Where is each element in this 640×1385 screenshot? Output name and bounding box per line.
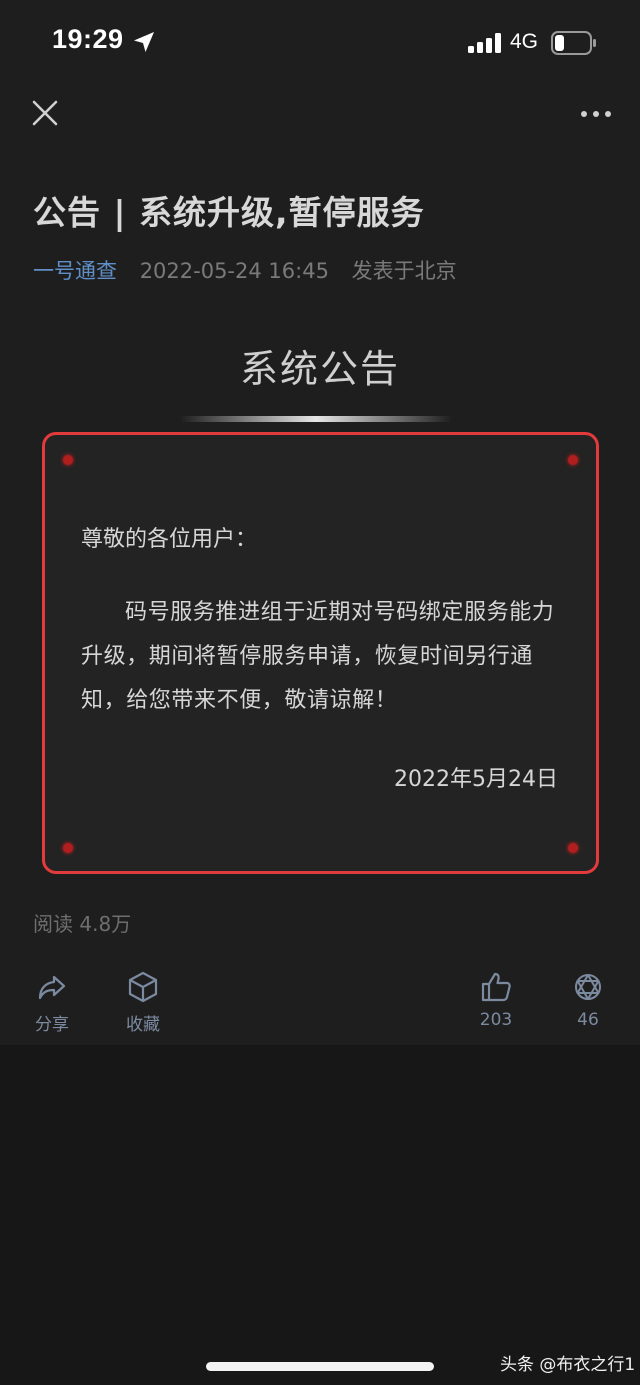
corner-dot [568,843,578,853]
article-title: 公告 | 系统升级,暂停服务 [33,193,425,232]
corner-dot [63,843,73,853]
article-page: 19:29 4G 公告 | 系统升级,暂停服务 一号通查 2022-05-24 … [0,0,640,1045]
publish-date: 2022-05-24 16:45 [139,259,329,283]
notice-date: 2022年5月24日 [394,767,558,792]
share-icon [38,975,66,1000]
empty-area [0,1045,640,1385]
close-icon[interactable] [30,98,60,128]
home-indicator[interactable] [206,1362,434,1371]
favorite-label: 收藏 [126,1015,160,1035]
thumbs-up-icon [481,972,511,1002]
banner-title: 系统公告 [239,347,400,391]
like-button[interactable]: 203 [466,970,526,1030]
publish-location: 发表于北京 [351,259,457,283]
share-label: 分享 [35,1015,69,1035]
battery-icon [551,31,596,55]
network-type: 4G [510,30,539,53]
location-arrow-icon [134,32,154,52]
signal-icon [468,33,501,53]
share-count: 46 [577,1010,599,1030]
cube-icon [128,971,158,1003]
notice-card: 尊敬的各位用户： 码号服务推进组于近期对号码绑定服务能力升级，期间将暂停服务申请… [42,432,599,874]
notice-body: 码号服务推进组于近期对号码绑定服务能力升级，期间将暂停服务申请，恢复时间另行通知… [81,600,555,713]
share-network-button[interactable]: 46 [558,970,618,1030]
notice-greeting: 尊敬的各位用户： [81,527,258,552]
corner-dot [568,455,578,465]
like-count: 203 [479,1010,513,1030]
read-count: 阅读 4.8万 [33,912,132,936]
article-meta: 一号通查 2022-05-24 16:45 发表于北京 [33,255,457,285]
status-time: 19:29 [52,24,124,54]
more-icon[interactable] [578,104,614,124]
corner-dot [63,455,73,465]
banner-divider [180,416,452,422]
share-button[interactable]: 分享 [22,970,82,1035]
watermark: 头条 @布衣之行1 [500,1355,636,1375]
favorite-button[interactable]: 收藏 [113,970,173,1035]
author-link[interactable]: 一号通查 [33,259,117,283]
network-icon [575,974,601,1000]
